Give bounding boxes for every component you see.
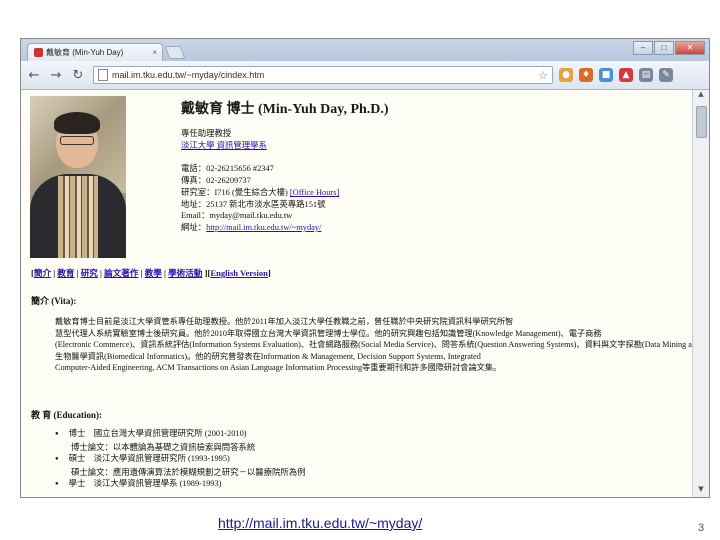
new-tab-button[interactable]: [164, 46, 186, 59]
vertical-scrollbar[interactable]: ▲ ▼: [692, 90, 709, 497]
english-version-link[interactable]: English Version: [210, 268, 268, 278]
contact-office: 研究室：I716 (覺生綜合大樓) [Office Hours]: [181, 187, 340, 197]
department-link[interactable]: 淡江大學 資訊管理學系: [181, 141, 267, 150]
web-page: 戴敏育 博士 (Min-Yuh Day, Ph.D.) 專任助理教授 淡江大學 …: [21, 90, 693, 497]
nav-vita-link[interactable]: 簡介: [34, 268, 51, 278]
extension-icon[interactable]: ■: [599, 68, 613, 82]
slide-page-number: 3: [698, 522, 705, 534]
education-list: 博士 國立台灣大學資訊管理研究所 (2001-2010) 博士論文：以本體論為基…: [55, 428, 306, 492]
browser-toolbar: ← → ↻ mail.im.tku.edu.tw/~myday/cindex.h…: [21, 61, 709, 90]
contact-website: 網址：http://mail.im.tku.edu.tw/~myday/: [181, 222, 322, 232]
list-item: 碩士論文：應用遺傳演算法於模糊規劃之研究－以醫療院所為例: [71, 467, 306, 477]
nav-education-link[interactable]: 教育: [57, 268, 74, 278]
url-text: mail.im.tku.edu.tw/~myday/cindex.htm: [112, 70, 265, 80]
page-icon: [98, 69, 108, 81]
scrollbar-thumb[interactable]: [696, 106, 707, 138]
section-nav: [簡介 | 教育 | 研究 | 論文著作 | 教學 | 學術活動 ][Engli…: [31, 268, 271, 278]
contact-address: 地址：25137 新北市淡水區英專路151號: [181, 199, 326, 209]
minimize-button[interactable]: –: [633, 41, 653, 55]
tab-title: 戴敏育 (Min-Yuh Day): [46, 48, 124, 57]
browser-tab[interactable]: 戴敏育 (Min-Yuh Day) ×: [27, 43, 163, 61]
reload-icon[interactable]: ↻: [69, 66, 87, 84]
back-arrow-icon[interactable]: ←: [25, 66, 43, 84]
nav-activities-link[interactable]: 學術活動: [168, 268, 202, 278]
forward-arrow-icon[interactable]: →: [47, 66, 65, 84]
vita-heading: 簡介 (Vita):: [31, 296, 77, 306]
slide-caption-link[interactable]: http://mail.im.tku.edu.tw/~myday/: [218, 515, 422, 531]
wrench-icon[interactable]: ✎: [659, 68, 673, 82]
browser-window: 戴敏育 (Min-Yuh Day) × – □ ✕ ← → ↻ mail.im.…: [20, 38, 710, 498]
scroll-up-icon[interactable]: ▲: [693, 90, 709, 102]
education-heading: 教 育 (Education):: [31, 410, 103, 420]
tab-close-icon[interactable]: ×: [152, 48, 157, 57]
address-bar[interactable]: mail.im.tku.edu.tw/~myday/cindex.htm ☆: [93, 66, 553, 84]
profile-info: 專任助理教授 淡江大學 資訊管理學系 電話：02-26215656 #2347 …: [181, 128, 339, 234]
job-title: 專任助理教授: [181, 129, 232, 138]
nav-publications-link[interactable]: 論文著作: [104, 268, 138, 278]
list-item: 博士論文：以本體論為基礎之資訊檢索與問答系統: [71, 442, 256, 452]
office-hours-link[interactable]: [Office Hours]: [290, 188, 339, 197]
favicon-icon: [34, 48, 43, 57]
profile-photo: [30, 96, 126, 258]
contact-phone: 電話：02-26215656 #2347: [181, 164, 274, 174]
nav-research-link[interactable]: 研究: [81, 268, 98, 278]
bookmark-star-icon[interactable]: ☆: [538, 69, 548, 82]
fire-extension-icon[interactable]: ♦: [579, 68, 593, 82]
page-menu-icon[interactable]: ▤: [639, 68, 653, 82]
pdf-extension-icon[interactable]: ▲: [619, 68, 633, 82]
homepage-link[interactable]: http://mail.im.tku.edu.tw/~myday/: [206, 223, 321, 232]
page-title: 戴敏育 博士 (Min-Yuh Day, Ph.D.): [181, 102, 389, 117]
maximize-button[interactable]: □: [654, 41, 674, 55]
close-window-button[interactable]: ✕: [675, 41, 705, 55]
extension-icon[interactable]: ●: [559, 68, 573, 82]
contact-fax: 傳真：02-26209737: [181, 176, 251, 186]
vita-paragraph: 戴敏育博士目前是淡江大學資管系專任助理教授。他於2011年加入淡江大學任教職之前…: [55, 317, 693, 373]
contact-email: Email：myday@mail.tku.edu.tw: [181, 211, 293, 221]
list-item: 學士 淡江大學資訊管理學系 (1989-1993): [55, 478, 306, 492]
nav-teaching-link[interactable]: 教學: [145, 268, 162, 278]
window-controls: – □ ✕: [633, 41, 705, 55]
list-item: 博士 國立台灣大學資訊管理研究所 (2001-2010): [55, 428, 306, 442]
scroll-down-icon[interactable]: ▼: [693, 485, 709, 497]
list-item: 碩士 淡江大學資訊管理研究所 (1993-1995): [55, 453, 306, 467]
tab-strip: 戴敏育 (Min-Yuh Day) × – □ ✕: [21, 39, 709, 61]
